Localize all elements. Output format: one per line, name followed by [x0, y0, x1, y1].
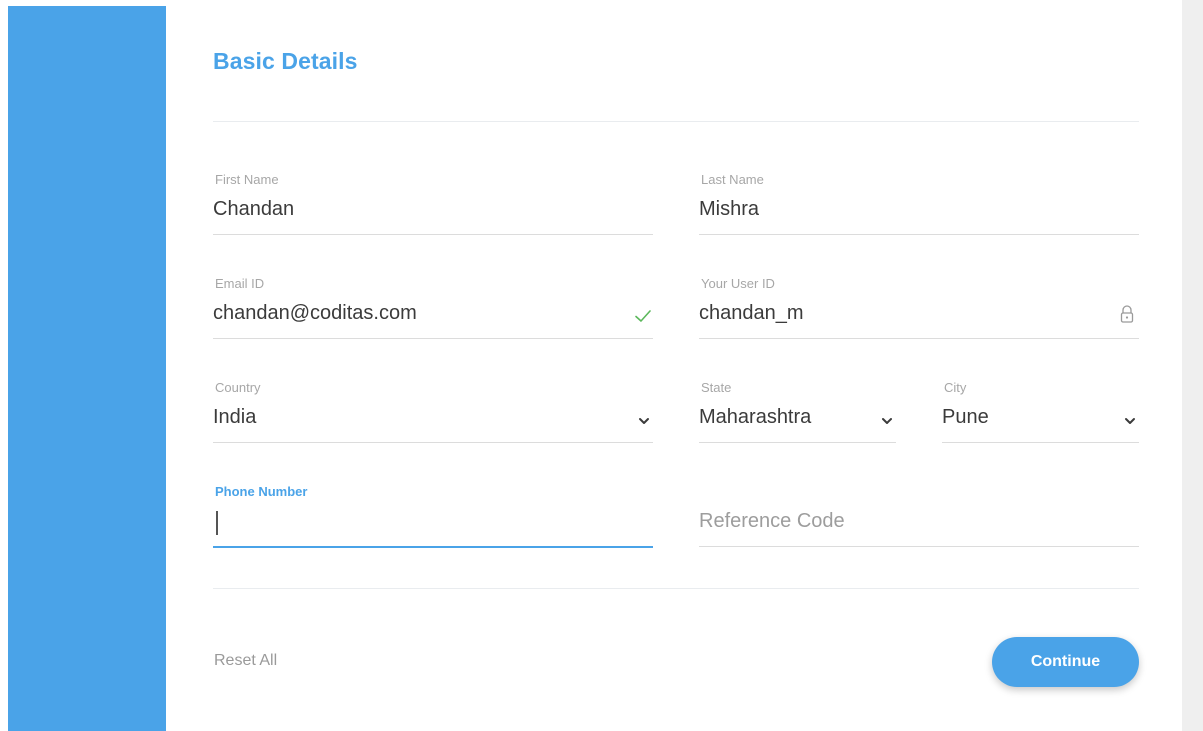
city-label: City	[944, 380, 967, 395]
phone-number-field[interactable]: Phone Number	[213, 484, 653, 550]
state-underline	[699, 442, 896, 443]
page: Basic Details First Name Chandan Last Na…	[0, 0, 1203, 731]
country-label: Country	[215, 380, 261, 395]
reference-code-underline	[699, 546, 1139, 547]
country-underline	[213, 442, 653, 443]
reference-code-field[interactable]: Reference Code	[699, 484, 1139, 550]
city-select[interactable]: City Pune	[942, 380, 1139, 446]
user-id-field: Your User ID chandan_m	[699, 276, 1139, 342]
state-select[interactable]: State Maharashtra	[699, 380, 896, 446]
last-name-value[interactable]: Mishra	[699, 198, 759, 221]
lock-icon	[1120, 305, 1134, 323]
chevron-down-icon[interactable]	[637, 414, 651, 428]
user-id-value: chandan_m	[699, 302, 804, 324]
reference-code-placeholder[interactable]: Reference Code	[699, 510, 845, 533]
country-value[interactable]: India	[213, 406, 256, 429]
continue-button[interactable]: Continue	[992, 637, 1139, 687]
chevron-down-icon[interactable]	[1123, 414, 1137, 428]
first-name-value[interactable]: Chandan	[213, 198, 294, 221]
user-id-label: Your User ID	[701, 276, 775, 291]
last-name-label: Last Name	[701, 172, 764, 187]
text-cursor	[216, 511, 218, 535]
chevron-down-icon[interactable]	[880, 414, 894, 428]
phone-number-underline	[213, 546, 653, 548]
state-label: State	[701, 380, 732, 395]
last-name-field[interactable]: Last Name Mishra	[699, 172, 1139, 238]
check-icon	[635, 310, 651, 322]
window-edge	[0, 0, 8, 731]
phone-number-label: Phone Number	[215, 484, 308, 499]
scrollbar-track[interactable]	[1182, 0, 1203, 731]
first-name-field[interactable]: First Name Chandan	[213, 172, 653, 238]
first-name-underline	[213, 234, 653, 235]
divider-top	[213, 121, 1139, 122]
email-underline	[213, 338, 653, 339]
email-field[interactable]: Email ID chandan@coditas.com	[213, 276, 653, 342]
email-label: Email ID	[215, 276, 265, 291]
city-value[interactable]: Pune	[942, 406, 989, 429]
divider-bottom	[213, 588, 1139, 589]
country-select[interactable]: Country India	[213, 380, 653, 446]
state-value[interactable]: Maharashtra	[699, 406, 811, 429]
last-name-underline	[699, 234, 1139, 235]
sidebar	[8, 6, 166, 731]
email-value[interactable]: chandan@coditas.com	[213, 302, 417, 325]
form-title: Basic Details	[213, 48, 358, 74]
user-id-underline	[699, 338, 1139, 339]
city-underline	[942, 442, 1139, 443]
first-name-label: First Name	[215, 172, 279, 187]
reset-all-button[interactable]: Reset All	[214, 652, 277, 670]
